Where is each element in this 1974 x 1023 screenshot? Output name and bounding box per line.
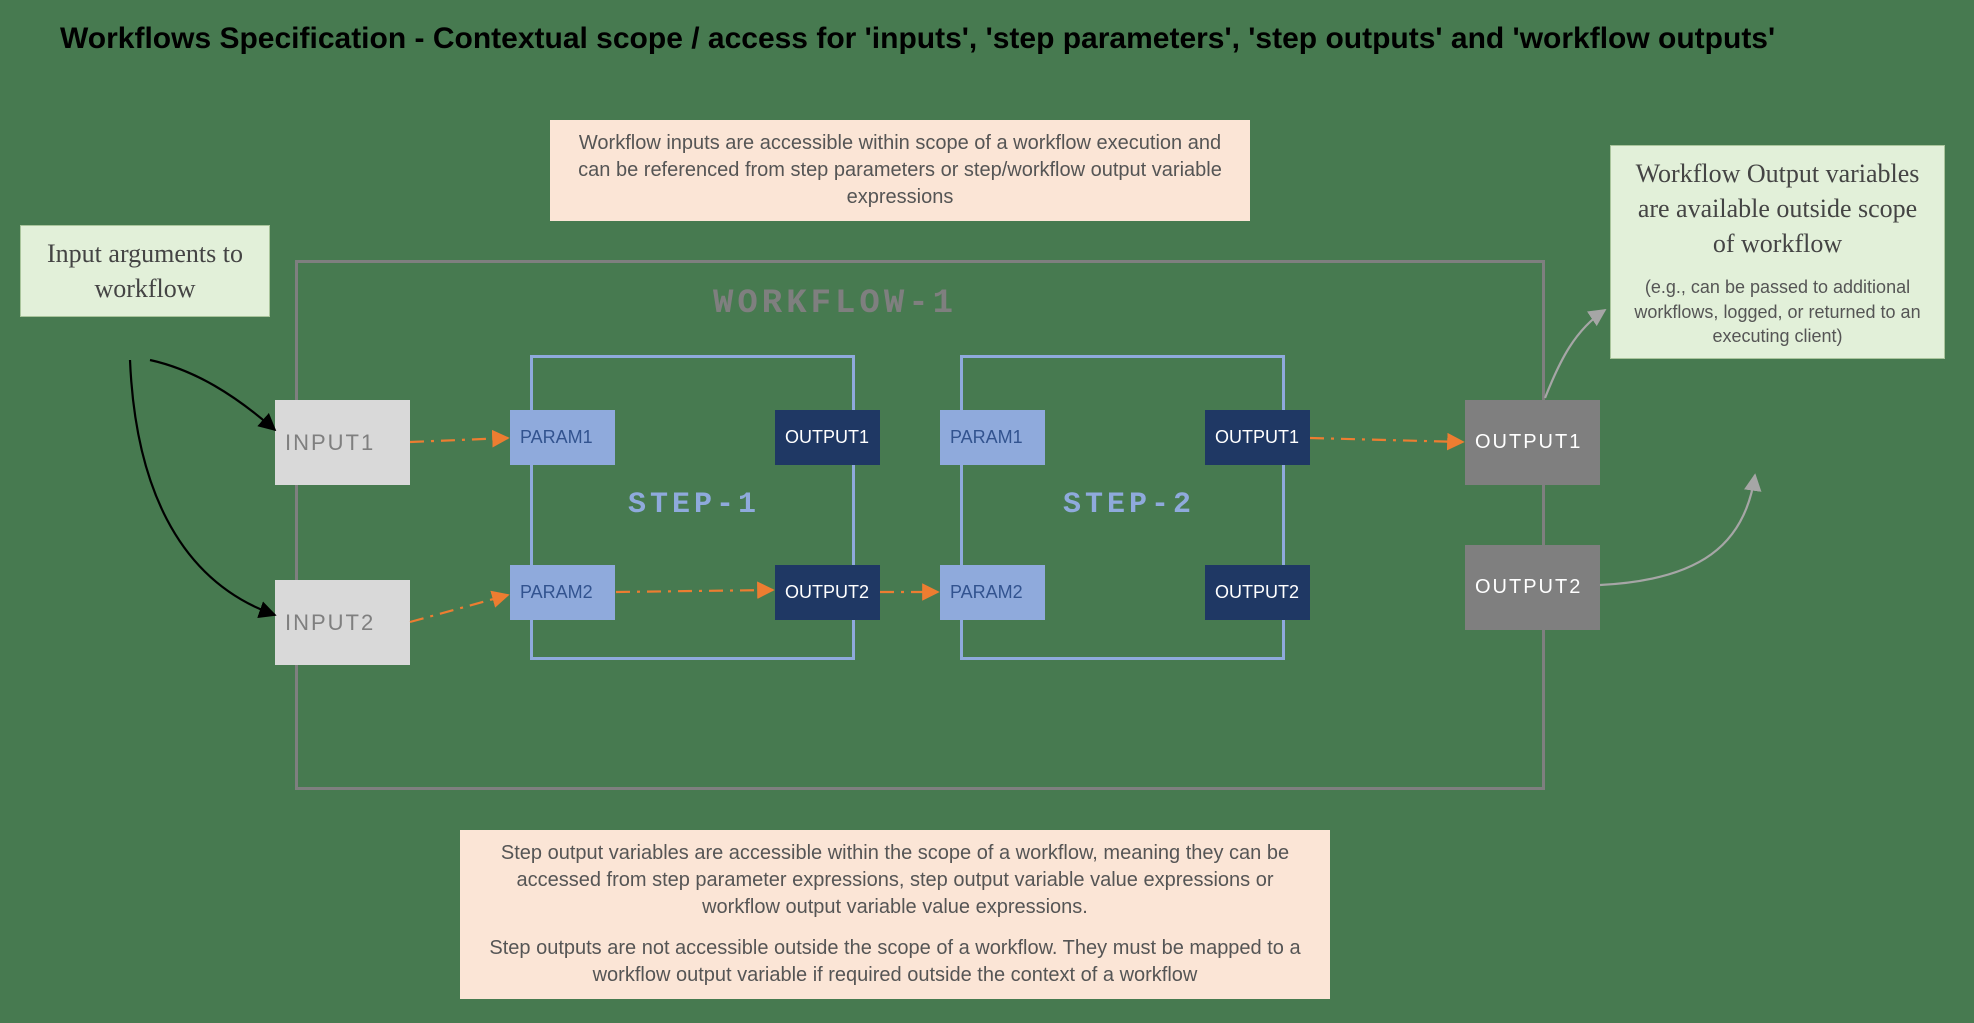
workflow-container: WORKFLOW-1 [295,260,1545,790]
step-1-output-2: OUTPUT2 [775,565,880,620]
step-2-title: STEP-2 [1063,488,1195,522]
step-2-param-1: PARAM1 [940,410,1045,465]
input-arguments-note: Input arguments to workflow [20,225,270,317]
step-output-scope-note: Step output variables are accessible wit… [460,830,1330,999]
page-title: Workflows Specification - Contextual sco… [60,22,1775,56]
step-output-scope-note-p1: Step output variables are accessible wit… [480,840,1310,921]
workflow-title: WORKFLOW-1 [713,285,957,323]
step-output-scope-note-p2: Step outputs are not accessible outside … [480,935,1310,989]
step-2-output-1: OUTPUT1 [1205,410,1310,465]
arrow-inputnote-to-input2 [130,360,275,615]
step-1-param-2: PARAM2 [510,565,615,620]
workflow-output-note-sub: (e.g., can be passed to additional workf… [1627,275,1928,348]
arrow-wfoutput1-to-rightnote [1545,310,1605,398]
workflow-output-2: OUTPUT2 [1465,545,1600,630]
arrow-inputnote-to-input1 [150,360,275,430]
workflow-inputs-note: Workflow inputs are accessible within sc… [550,120,1250,221]
workflow-input-2: INPUT2 [275,580,410,665]
step-1-output-1: OUTPUT1 [775,410,880,465]
step-2-param-2: PARAM2 [940,565,1045,620]
step-1-param-1: PARAM1 [510,410,615,465]
workflow-output-note-main: Workflow Output variables are available … [1627,156,1928,261]
workflow-output-1: OUTPUT1 [1465,400,1600,485]
step-1-title: STEP-1 [628,488,760,522]
arrow-wfoutput2-to-rightnote [1600,475,1755,585]
workflow-output-note: Workflow Output variables are available … [1610,145,1945,359]
step-2-output-2: OUTPUT2 [1205,565,1310,620]
workflow-input-1: INPUT1 [275,400,410,485]
